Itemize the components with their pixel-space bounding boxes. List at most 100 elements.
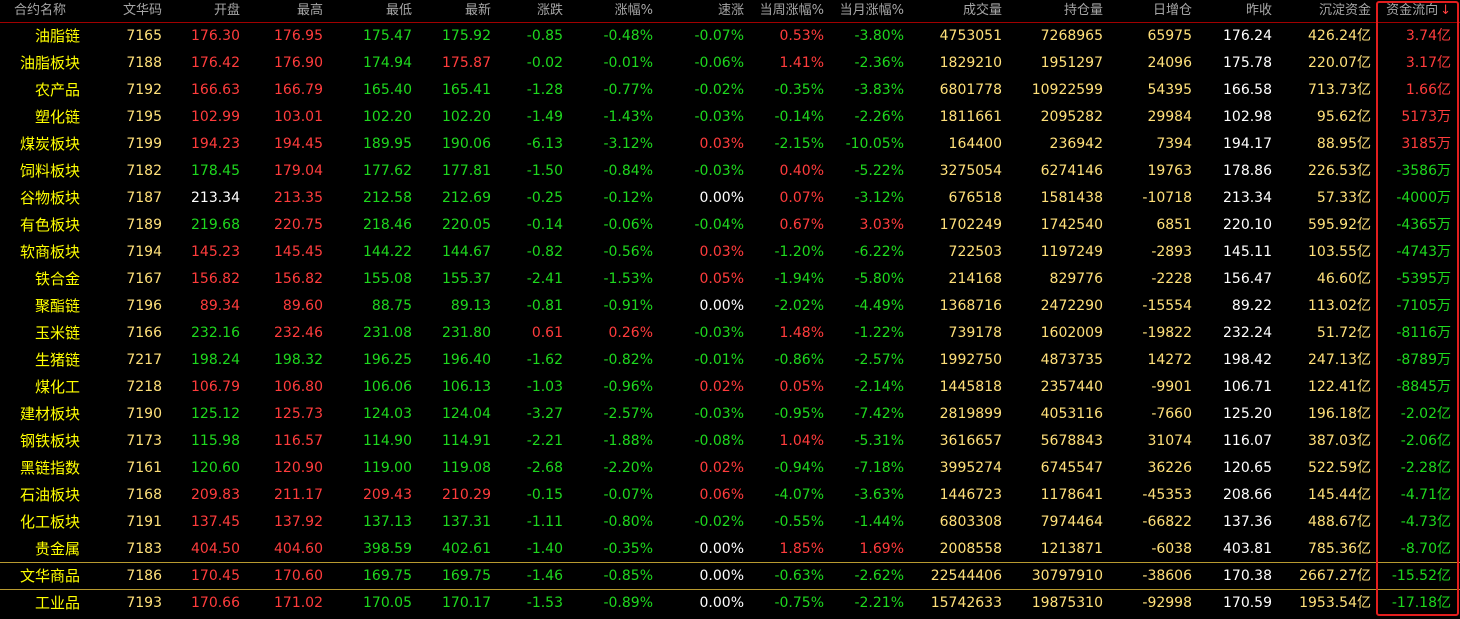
cell-settled-funds: 2667.27亿: [1299, 568, 1371, 584]
cell-low-price: 196.25: [363, 352, 412, 368]
header-open[interactable]: 开盘: [162, 0, 240, 22]
cell-week-pct: -0.14%: [774, 109, 824, 125]
cell-contract-name: 工业品: [34, 594, 80, 612]
cell-contract-name: 饲料板块: [19, 162, 80, 180]
cell-month-pct: -5.80%: [854, 271, 904, 287]
cell-contract-name: 煤化工: [34, 378, 80, 396]
cell-change: -1.11: [526, 514, 563, 530]
cell-low-price: 174.94: [363, 55, 412, 71]
cell-volume: 4753051: [939, 28, 1002, 44]
cell-settled-funds: 713.73亿: [1308, 82, 1371, 98]
quote-row[interactable]: 聚酯链 7196 89.34 89.60 88.75 89.13 -0.81 -0.91% 0.…: [0, 293, 1460, 320]
quote-row[interactable]: 煤炭板块 7199 194.23 194.45 189.95 190.06 -6.13 -3.…: [0, 131, 1460, 158]
quote-row[interactable]: 玉米链 7166 232.16 232.46 231.08 231.80 0.61 0.26%…: [0, 320, 1460, 347]
cell-low-price: 218.46: [363, 217, 412, 233]
quote-row[interactable]: 塑化链 7195 102.99 103.01 102.20 102.20 -1.49 -1.4…: [0, 104, 1460, 131]
header-last[interactable]: 最新: [412, 0, 491, 22]
cell-contract-name: 谷物板块: [19, 189, 80, 207]
quote-row[interactable]: 石油板块 7168 209.83 211.17 209.43 210.29 -0.15 -0.…: [0, 482, 1460, 509]
quote-row[interactable]: 钢铁板块 7173 115.98 116.57 114.90 114.91 -2.21 -1.…: [0, 428, 1460, 455]
quote-row[interactable]: 工业品 7193 170.66 171.02 170.05 170.17 -1.53 -0.8…: [0, 590, 1460, 617]
cell-change-pct: -0.89%: [603, 595, 653, 611]
quote-row[interactable]: 贵金属 7183 404.50 404.60 398.59 402.61 -1.40 -0.3…: [0, 536, 1460, 563]
cell-volume: 1829210: [939, 55, 1002, 71]
cell-change: -1.50: [526, 163, 563, 179]
header-daily-oi-change[interactable]: 日增仓: [1103, 0, 1192, 22]
header-prev-close[interactable]: 昨收: [1192, 0, 1272, 22]
cell-change-pct: -2.57%: [603, 406, 653, 422]
header-speed[interactable]: 速涨: [653, 0, 744, 22]
cell-volume: 739178: [948, 325, 1002, 341]
cell-prev-close: 232.24: [1223, 325, 1272, 341]
cell-week-pct: -0.55%: [774, 514, 824, 530]
quote-row[interactable]: 黑链指数 7161 120.60 120.90 119.00 119.08 -2.68 -2.…: [0, 455, 1460, 482]
quote-row[interactable]: 软商板块 7194 145.23 145.45 144.22 144.67 -0.82 -0.…: [0, 239, 1460, 266]
cell-last-price: 212.69: [442, 190, 491, 206]
cell-open-price: 219.68: [191, 217, 240, 233]
cell-last-price: 231.80: [442, 325, 491, 341]
cell-change-pct: -0.12%: [603, 190, 653, 206]
header-volume[interactable]: 成交量: [904, 0, 1002, 22]
cell-week-pct: 1.04%: [779, 433, 824, 449]
cell-high-price: 120.90: [274, 460, 323, 476]
cell-open-interest: 829776: [1049, 271, 1103, 287]
cell-open-interest: 2095282: [1040, 109, 1103, 125]
quote-row[interactable]: 油脂板块 7188 176.42 176.90 174.94 175.87 -0.02 -0.…: [0, 50, 1460, 77]
header-last-label: 最新: [464, 3, 491, 18]
quote-row[interactable]: 铁合金 7167 156.82 156.82 155.08 155.37 -2.41 -1.5…: [0, 266, 1460, 293]
header-settled-funds[interactable]: 沉淀资金: [1272, 0, 1371, 22]
quote-row[interactable]: 谷物板块 7187 213.34 213.35 212.58 212.69 -0.25 -0.…: [0, 185, 1460, 212]
cell-fund-flow: 1.66亿: [1405, 82, 1451, 98]
header-low[interactable]: 最低: [323, 0, 412, 22]
cell-contract-name: 油脂链: [34, 27, 80, 45]
header-change[interactable]: 涨跌: [491, 0, 563, 22]
cell-low-price: 165.40: [363, 82, 412, 98]
header-open-interest[interactable]: 持仓量: [1002, 0, 1103, 22]
quote-row[interactable]: 建材板块 7190 125.12 125.73 124.03 124.04 -3.27 -2.…: [0, 401, 1460, 428]
cell-open-price: 89.34: [199, 298, 240, 314]
cell-last-price: 220.05: [442, 217, 491, 233]
header-contract-name[interactable]: 合约名称: [0, 0, 80, 22]
cell-week-pct: 0.05%: [779, 379, 824, 395]
cell-speed: 0.05%: [699, 271, 744, 287]
header-week-pct[interactable]: 当周涨幅%: [744, 0, 824, 22]
cell-month-pct: -2.14%: [854, 379, 904, 395]
cell-fund-flow: 3.74亿: [1405, 28, 1451, 44]
cell-open-price: 145.23: [191, 244, 240, 260]
cell-last-price: 169.75: [442, 568, 491, 584]
quote-row[interactable]: 饲料板块 7182 178.45 179.04 177.62 177.81 -1.50 -0.…: [0, 158, 1460, 185]
down-arrow-icon: ↓: [1440, 3, 1451, 18]
header-fund-flow[interactable]: 资金流向 ↓: [1371, 0, 1451, 22]
cell-volume: 1446723: [939, 487, 1002, 503]
cell-open-price: 115.98: [191, 433, 240, 449]
cell-daily-oi-change: 36226: [1147, 460, 1192, 476]
header-wenhua-code[interactable]: 文华码: [80, 0, 162, 22]
cell-change: -2.68: [526, 460, 563, 476]
cell-high-price: 213.35: [274, 190, 323, 206]
cell-low-price: 189.95: [363, 136, 412, 152]
quote-row[interactable]: 文华商品 7186 170.45 170.60 169.75 169.75 -1.46 -0.…: [0, 563, 1460, 590]
cell-fund-flow: -15.52亿: [1391, 568, 1451, 584]
cell-last-price: 144.67: [442, 244, 491, 260]
cell-change-pct: -0.84%: [603, 163, 653, 179]
quote-row[interactable]: 煤化工 7218 106.79 106.80 106.06 106.13 -1.03 -0.9…: [0, 374, 1460, 401]
cell-open-interest: 6745547: [1040, 460, 1103, 476]
header-high[interactable]: 最高: [240, 0, 323, 22]
quote-row[interactable]: 农产品 7192 166.63 166.79 165.40 165.41 -1.28 -0.7…: [0, 77, 1460, 104]
quote-row[interactable]: 油脂链 7165 176.30 176.95 175.47 175.92 -0.85 -0.4…: [0, 23, 1460, 50]
cell-fund-flow: 5173万: [1401, 109, 1451, 125]
cell-volume: 3995274: [939, 460, 1002, 476]
cell-fund-flow: 3185万: [1401, 136, 1451, 152]
cell-open-price: 102.99: [191, 109, 240, 125]
header-month-pct[interactable]: 当月涨幅%: [824, 0, 904, 22]
cell-week-pct: -0.75%: [774, 595, 824, 611]
quote-row[interactable]: 生猪链 7217 198.24 198.32 196.25 196.40 -1.62 -0.8…: [0, 347, 1460, 374]
quote-row[interactable]: 化工板块 7191 137.45 137.92 137.13 137.31 -1.11 -0.…: [0, 509, 1460, 536]
header-change-pct[interactable]: 涨幅%: [563, 0, 653, 22]
cell-high-price: 179.04: [274, 163, 323, 179]
cell-last-price: 124.04: [442, 406, 491, 422]
quote-row[interactable]: 有色板块 7189 219.68 220.75 218.46 220.05 -0.14 -0.…: [0, 212, 1460, 239]
cell-change: 0.61: [531, 325, 563, 341]
cell-open-interest: 7974464: [1040, 514, 1103, 530]
cell-fund-flow: -3586万: [1396, 163, 1451, 179]
